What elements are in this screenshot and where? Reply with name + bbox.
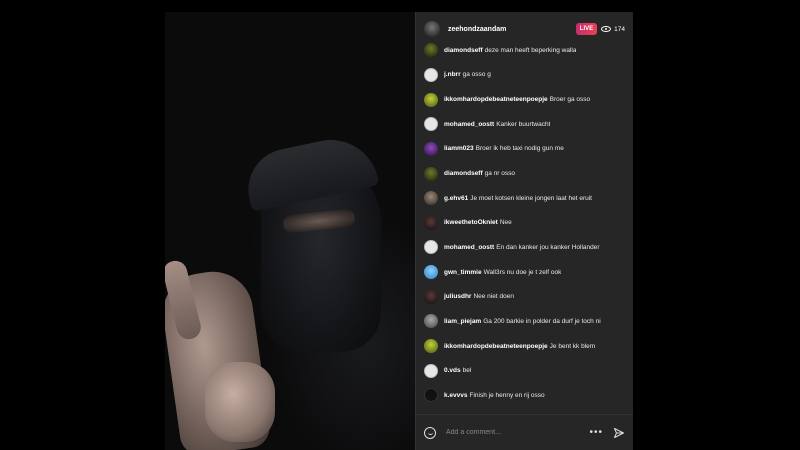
comment-bar: •••	[416, 414, 633, 450]
comment-item[interactable]: g.ehv61 Je moet kotsen kleine jongen laat…	[416, 186, 633, 211]
comment-message: Kanker buurtwacht	[496, 120, 551, 128]
commenter-avatar[interactable]	[424, 314, 438, 329]
comment-item[interactable]: diamondseff ga nr osso	[416, 161, 633, 186]
smile-icon[interactable]	[424, 426, 436, 439]
commenter-username[interactable]: liamm023	[444, 145, 474, 152]
commenter-username[interactable]: mohamed_oostt	[444, 121, 494, 128]
commenter-username[interactable]: j.nbrr	[444, 71, 461, 78]
comment-text: liamm023 Broer ik heb taxi nodig gun me	[444, 145, 564, 152]
comment-text: juliusdhr Nee niet doen	[444, 293, 514, 300]
comment-message: Nee	[499, 219, 512, 227]
comment-item[interactable]: ikkomhardopdebeatneteenpoepje Je bent kk …	[416, 334, 633, 359]
commenter-avatar[interactable]	[424, 191, 438, 206]
comment-message: deze man heeft beperking walla	[484, 46, 577, 54]
commenter-avatar[interactable]	[424, 240, 438, 255]
comment-text: diamondseff ga nr osso	[444, 170, 515, 177]
comment-item[interactable]: mohamed_oostt En dan kanker jou kanker Ho…	[416, 235, 633, 260]
streamer-avatar[interactable]	[424, 21, 440, 37]
live-badge: LIVE	[575, 23, 598, 35]
commenter-username[interactable]: liam_piejam	[444, 318, 481, 325]
commenter-avatar[interactable]	[424, 117, 438, 132]
comment-item[interactable]: diamondseff deze man heeft beperking wall…	[416, 38, 633, 63]
comment-item[interactable]: ikkomhardopdebeatneteenpoepje Broer ga os…	[416, 87, 633, 112]
comment-text: mohamed_oostt Kanker buurtwacht	[444, 121, 550, 128]
comment-text: k.evvvs Finish je henny en rij osso	[444, 392, 545, 399]
commenter-avatar[interactable]	[424, 363, 438, 378]
comment-text: ikweethetoOkniet Nee	[444, 219, 512, 226]
eye-icon	[601, 26, 612, 32]
comment-message: Je moet kotsen kleine jongen laat het er…	[470, 194, 592, 202]
comment-item[interactable]: juliusdhr Nee niet doen	[416, 284, 633, 309]
comment-list[interactable]: diamondseff deze man heeft beperking wall…	[416, 38, 633, 408]
comment-item[interactable]: mohamed_oostt Kanker buurtwacht	[416, 112, 633, 137]
comment-message: Broer ik heb taxi nodig gun me	[475, 145, 564, 153]
comment-text: mohamed_oostt En dan kanker jou kanker Ho…	[444, 244, 600, 251]
commenter-username[interactable]: ikweethetoOkniet	[444, 219, 498, 226]
comment-message: En dan kanker jou kanker Hollander	[496, 243, 600, 251]
comment-item[interactable]: ikweethetoOkniet Nee	[416, 210, 633, 235]
comment-message: ga nr osso	[484, 170, 516, 178]
comment-message: bel	[462, 367, 472, 375]
comment-message: Finish je henny en rij osso	[469, 391, 545, 399]
commenter-username[interactable]: ikkomhardopdebeatneteenpoepje	[444, 343, 548, 350]
comment-item[interactable]: k.evvvs Finish je henny en rij osso	[416, 383, 633, 408]
comment-text: diamondseff deze man heeft beperking wall…	[444, 47, 576, 54]
comment-message: Nee niet doen	[473, 293, 514, 301]
commenter-username[interactable]: gwn_timmie	[444, 269, 482, 276]
commenter-avatar[interactable]	[424, 265, 438, 280]
comment-text: 0.vds bel	[444, 367, 471, 374]
comment-text: gwn_timmie Wall3rs nu doe je t zelf ook	[444, 269, 561, 276]
comment-message: Je bent kk blem	[549, 342, 596, 350]
comment-item[interactable]: j.nbrr ga osso g	[416, 63, 633, 88]
commenter-username[interactable]: diamondseff	[444, 170, 483, 177]
comment-text: g.ehv61 Je moet kotsen kleine jongen laat…	[444, 195, 592, 202]
comment-message: Broer ga osso	[549, 96, 591, 104]
viewer-count-value: 174	[614, 25, 625, 33]
streamer-username[interactable]: zeehondzaandam	[448, 26, 576, 33]
commenter-username[interactable]: mohamed_oostt	[444, 244, 494, 251]
commenter-username[interactable]: 0.vds	[444, 367, 461, 374]
commenter-avatar[interactable]	[424, 141, 438, 156]
more-icon[interactable]: •••	[589, 427, 603, 438]
comment-text: liam_piejam Ga 200 barkie in polder da du…	[444, 318, 601, 325]
comment-input[interactable]	[444, 428, 590, 437]
live-video[interactable]	[165, 12, 415, 450]
comment-text: ikkomhardopdebeatneteenpoepje Je bent kk …	[444, 343, 595, 350]
live-stream-frame: zeehondzaandam LIVE 174 diamondseff deze …	[165, 12, 633, 450]
comment-message: Wall3rs nu doe je t zelf ook	[483, 268, 562, 276]
comment-item[interactable]: liam_piejam Ga 200 barkie in polder da du…	[416, 309, 633, 334]
commenter-username[interactable]: g.ehv61	[444, 195, 468, 202]
commenter-username[interactable]: juliusdhr	[444, 293, 471, 300]
video-person-palm	[205, 362, 275, 442]
commenter-avatar[interactable]	[424, 43, 438, 58]
commenter-username[interactable]: k.evvvs	[444, 392, 468, 399]
comment-message: ga osso g	[462, 71, 491, 79]
comment-text: j.nbrr ga osso g	[444, 71, 491, 78]
commenter-avatar[interactable]	[424, 166, 438, 181]
comment-text: ikkomhardopdebeatneteenpoepje Broer ga os…	[444, 96, 590, 103]
comment-item[interactable]: gwn_timmie Wall3rs nu doe je t zelf ook	[416, 260, 633, 285]
commenter-username[interactable]: diamondseff	[444, 47, 483, 54]
commenter-avatar[interactable]	[424, 388, 438, 403]
comment-item[interactable]: liamm023 Broer ik heb taxi nodig gun me	[416, 137, 633, 162]
commenter-username[interactable]: ikkomhardopdebeatneteenpoepje	[444, 96, 548, 103]
commenter-avatar[interactable]	[424, 92, 438, 107]
commenter-avatar[interactable]	[424, 67, 438, 82]
commenter-avatar[interactable]	[424, 339, 438, 353]
viewer-count[interactable]: 174	[601, 26, 625, 33]
send-icon[interactable]	[613, 427, 625, 439]
comment-message: Ga 200 barkie in polder da durf je toch …	[483, 317, 601, 325]
commenter-avatar[interactable]	[424, 215, 438, 230]
comment-item[interactable]: 0.vds bel	[416, 358, 633, 383]
live-chat-panel: zeehondzaandam LIVE 174 diamondseff deze …	[415, 12, 633, 450]
commenter-avatar[interactable]	[424, 289, 438, 304]
